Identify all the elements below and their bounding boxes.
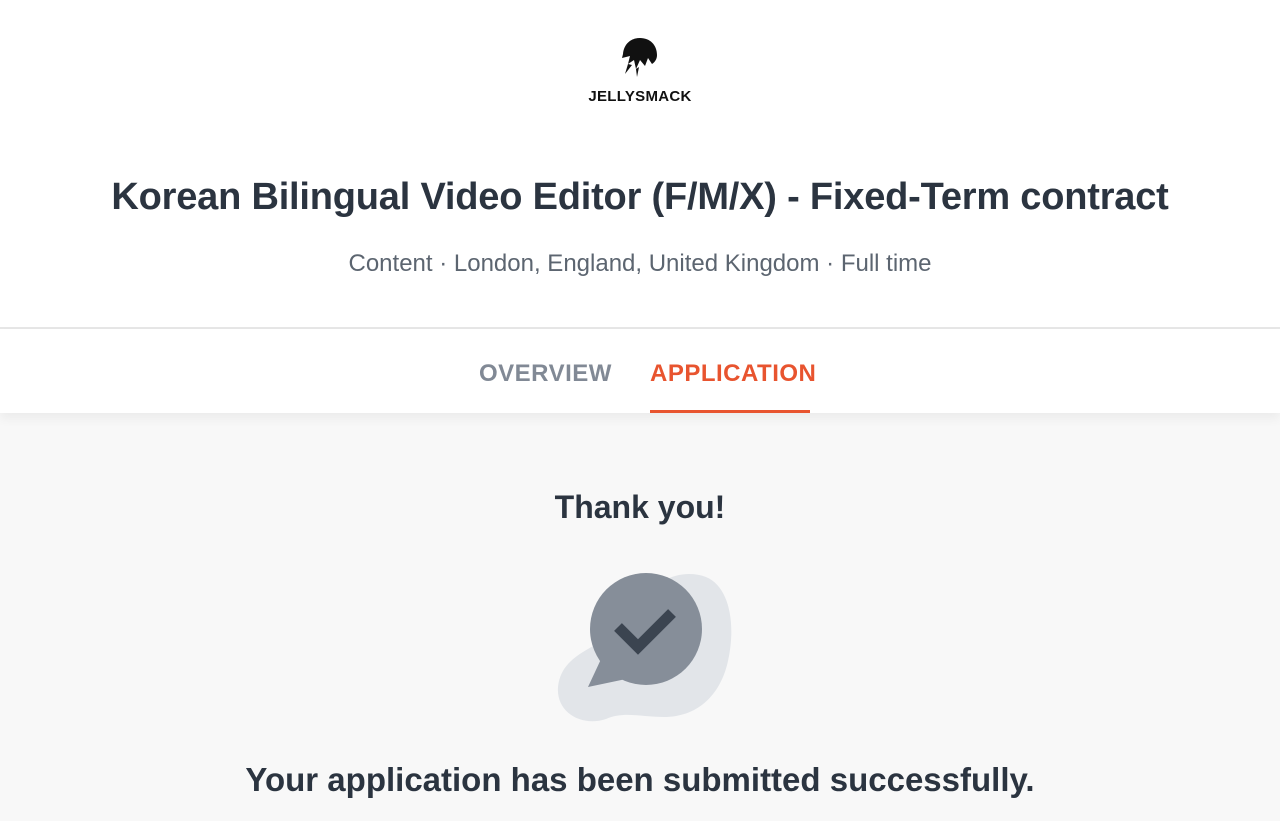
job-title: Korean Bilingual Video Editor (F/M/X) - … <box>111 176 1169 218</box>
tab-overview[interactable]: OVERVIEW <box>479 329 611 413</box>
thank-you-heading: Thank you! <box>554 489 726 525</box>
company-logo[interactable]: JELLYSMACK <box>0 36 1280 105</box>
company-name: JELLYSMACK <box>588 88 692 105</box>
success-message: Your application has been submitted succ… <box>245 761 1035 798</box>
tab-bar: OVERVIEW APPLICATION <box>0 329 1280 413</box>
tab-application[interactable]: APPLICATION <box>650 329 816 413</box>
jellyfish-logo-icon <box>622 38 657 77</box>
job-header: JELLYSMACK Korean Bilingual Video Editor… <box>0 0 1280 329</box>
chat-checkmark-icon <box>557 573 732 722</box>
job-meta: Content · London, England, United Kingdo… <box>348 250 932 277</box>
